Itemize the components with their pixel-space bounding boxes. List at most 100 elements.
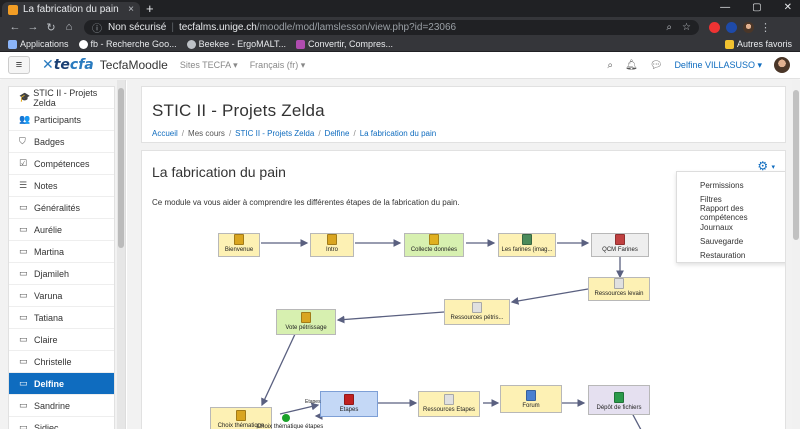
sequence-node-qcm-farines[interactable]: QCM Farines xyxy=(591,233,649,257)
forward-arrow-icon[interactable]: → xyxy=(24,21,42,33)
menu-item-restauration[interactable]: Restauration xyxy=(677,248,785,262)
browser-menu-icon[interactable]: ⋮ xyxy=(760,21,771,34)
activity-card: La fabrication du pain Ce module va vous… xyxy=(141,150,786,429)
sidebar-item-participants[interactable]: 👥 Participants xyxy=(9,109,114,131)
sidebar-item-martina[interactable]: ▭ Martina xyxy=(9,241,114,263)
bookmark-google[interactable]: fb - Recherche Goo... xyxy=(78,39,177,49)
browser-tab[interactable]: La fabrication du pain × xyxy=(2,2,140,17)
sequence-node-label: Etapes xyxy=(339,407,359,413)
language-menu[interactable]: Français (fr) ▾ xyxy=(250,60,306,71)
sequence-node-label: Intro xyxy=(325,247,338,253)
site-brand[interactable]: ✕tecfa TecfaMoodle xyxy=(42,57,168,73)
reload-icon[interactable]: ↻ xyxy=(42,21,60,34)
back-arrow-icon[interactable]: ← xyxy=(6,21,24,33)
sequence-node-label: Ressources levain xyxy=(594,291,644,297)
sidebar-item-label: Tatiana xyxy=(34,312,64,323)
address-bar[interactable]: ⓘ Non sécurisé | tecfalms.unige.ch /mood… xyxy=(84,19,699,35)
search-icon[interactable]: ⌕ xyxy=(607,60,613,71)
breadcrumb-separator: / xyxy=(228,129,232,138)
folder-icon: ▭ xyxy=(19,312,28,322)
activity-type-icon xyxy=(522,234,532,245)
drawer-scrollbar[interactable] xyxy=(117,80,125,429)
info-icon[interactable]: ⓘ xyxy=(92,20,102,35)
extension-icon[interactable] xyxy=(726,21,737,33)
sidebar-item-label: Badges xyxy=(34,136,65,147)
sidebar-item-claire[interactable]: ▭ Claire xyxy=(9,329,114,351)
sequence-node-bienvenue[interactable]: Bienvenue xyxy=(218,233,260,257)
sidebar-item-djamileh[interactable]: ▭ Djamileh xyxy=(9,263,114,285)
menu-item-rapport-des-comp-tences[interactable]: Rapport des compétences xyxy=(677,204,785,222)
folder-icon: ▭ xyxy=(19,290,28,300)
breadcrumb-item[interactable]: Accueil xyxy=(152,129,178,138)
messages-icon[interactable]: 💬︎ xyxy=(650,60,663,71)
notification-bell-icon[interactable]: 🔔︎ xyxy=(625,60,638,71)
maximize-button[interactable]: ▢ xyxy=(752,2,761,13)
sidebar-item-comp-tences[interactable]: ☑ Compétences xyxy=(9,153,114,175)
breadcrumb-item[interactable]: STIC II - Projets Zelda xyxy=(235,129,314,138)
folder-icon: ▭ xyxy=(19,202,28,212)
activity-type-icon xyxy=(614,278,624,289)
bookmark-star-icon[interactable]: ☆ xyxy=(682,22,691,33)
close-window-button[interactable]: ✕ xyxy=(784,2,792,13)
sidebar-item-tatiana[interactable]: ▭ Tatiana xyxy=(9,307,114,329)
sidebar-item-label: Participants xyxy=(34,114,82,125)
sequence-node-forum[interactable]: Forum xyxy=(500,385,562,413)
bookmark-apps[interactable]: Applications xyxy=(8,39,69,49)
activity-type-icon xyxy=(234,234,244,245)
breadcrumb-item[interactable]: La fabrication du pain xyxy=(360,129,437,138)
bookmark-beekee[interactable]: Beekee - ErgoMALT... xyxy=(186,39,286,49)
user-avatar[interactable] xyxy=(774,57,790,73)
sidebar-item-christelle[interactable]: ▭ Christelle xyxy=(9,351,114,373)
drawer-toggle-button[interactable]: ≡ xyxy=(8,56,30,74)
window-controls: — ▢ ✕ xyxy=(720,2,792,13)
sequence-node-ressources-p-tris[interactable]: Ressources pétris... xyxy=(444,299,510,325)
profile-avatar[interactable] xyxy=(743,21,754,33)
sequence-node-label: Bienvenue xyxy=(224,247,254,253)
tab-close-icon[interactable]: × xyxy=(128,4,134,15)
home-icon[interactable]: ⌂ xyxy=(60,21,78,33)
user-menu[interactable]: Delfine VILLASUSO ▾ xyxy=(674,60,762,71)
sequence-node-choix-th-matique-tapes[interactable]: Choix thématique étapes xyxy=(257,423,323,429)
sidebar-item-badges[interactable]: ⛉ Badges xyxy=(9,131,114,153)
sidebar-item-label: Claire xyxy=(34,334,58,345)
activity-type-icon xyxy=(429,234,439,245)
sequence-node-les-farines-imag[interactable]: Les farines (imag... xyxy=(498,233,556,257)
breadcrumb-item[interactable]: Delfine xyxy=(325,129,350,138)
nav-drawer: 🎓 STIC II - Projets Zelda 👥 Participants ⛉ Ba… xyxy=(0,80,126,429)
sidebar-item-sidiec[interactable]: ▭ Sidiec xyxy=(9,417,114,429)
sequence-node-ressources-etapes[interactable]: Ressources Etapes xyxy=(418,391,480,417)
sidebar-item-label: Sidiec xyxy=(34,422,59,429)
sidebar-item-delfine[interactable]: ▭ Delfine xyxy=(9,373,114,395)
security-label: Non sécurisé xyxy=(108,21,167,33)
sequence-node-label: Vote pétrissage xyxy=(285,325,327,331)
breadcrumb-item: Mes cours xyxy=(188,129,225,138)
sequence-node-intro[interactable]: Intro xyxy=(310,233,354,257)
sidebar-item-label: Compétences xyxy=(34,158,90,169)
sidebar-item-aur-lie[interactable]: ▭ Aurélie xyxy=(9,219,114,241)
sidebar-item-notes[interactable]: ☰ Notes xyxy=(9,175,114,197)
page-scrollbar[interactable] xyxy=(792,80,800,429)
menu-item-permissions[interactable]: Permissions xyxy=(677,178,785,192)
sidebar-item-label: Djamileh xyxy=(34,268,70,279)
zoom-icon[interactable]: ⌕ xyxy=(666,22,672,33)
new-tab-button[interactable]: + xyxy=(146,1,154,16)
sidebar-item-g-n-ralit-s[interactable]: ▭ Généralités xyxy=(9,197,114,219)
minimize-button[interactable]: — xyxy=(720,2,730,13)
sequence-node-ressources-levain[interactable]: Ressources levain xyxy=(588,277,650,301)
sequence-node-collecte-donn-es[interactable]: Collecte données xyxy=(404,233,464,257)
menu-item-sauvegarde[interactable]: Sauvegarde xyxy=(677,234,785,248)
menu-item-journaux[interactable]: Journaux xyxy=(677,220,785,234)
sidebar-item-varuna[interactable]: ▭ Varuna xyxy=(9,285,114,307)
settings-dropdown: Permissions Filtres Rapport des compétence… xyxy=(676,171,785,263)
sequence-node-vote-p-trissage[interactable]: Vote pétrissage xyxy=(276,309,336,335)
extension-icon[interactable] xyxy=(709,21,720,33)
sites-tecfa-menu[interactable]: Sites TECFA ▾ xyxy=(180,60,238,71)
sidebar-item-sandrine[interactable]: ▭ Sandrine xyxy=(9,395,114,417)
bookmark-convertir[interactable]: Convertir, Compres... xyxy=(295,39,393,49)
sidebar-item-label: Martina xyxy=(34,246,65,257)
other-bookmarks[interactable]: Autres favoris xyxy=(724,39,792,49)
sequence-node-etapes[interactable]: Etapes xyxy=(320,391,378,417)
sidebar-item-stic-ii-projets-zelda[interactable]: 🎓 STIC II - Projets Zelda xyxy=(9,87,114,109)
activity-type-icon xyxy=(444,394,454,405)
sequence-node-d-p-t-de-fichiers[interactable]: Dépôt de fichiers xyxy=(588,385,650,415)
